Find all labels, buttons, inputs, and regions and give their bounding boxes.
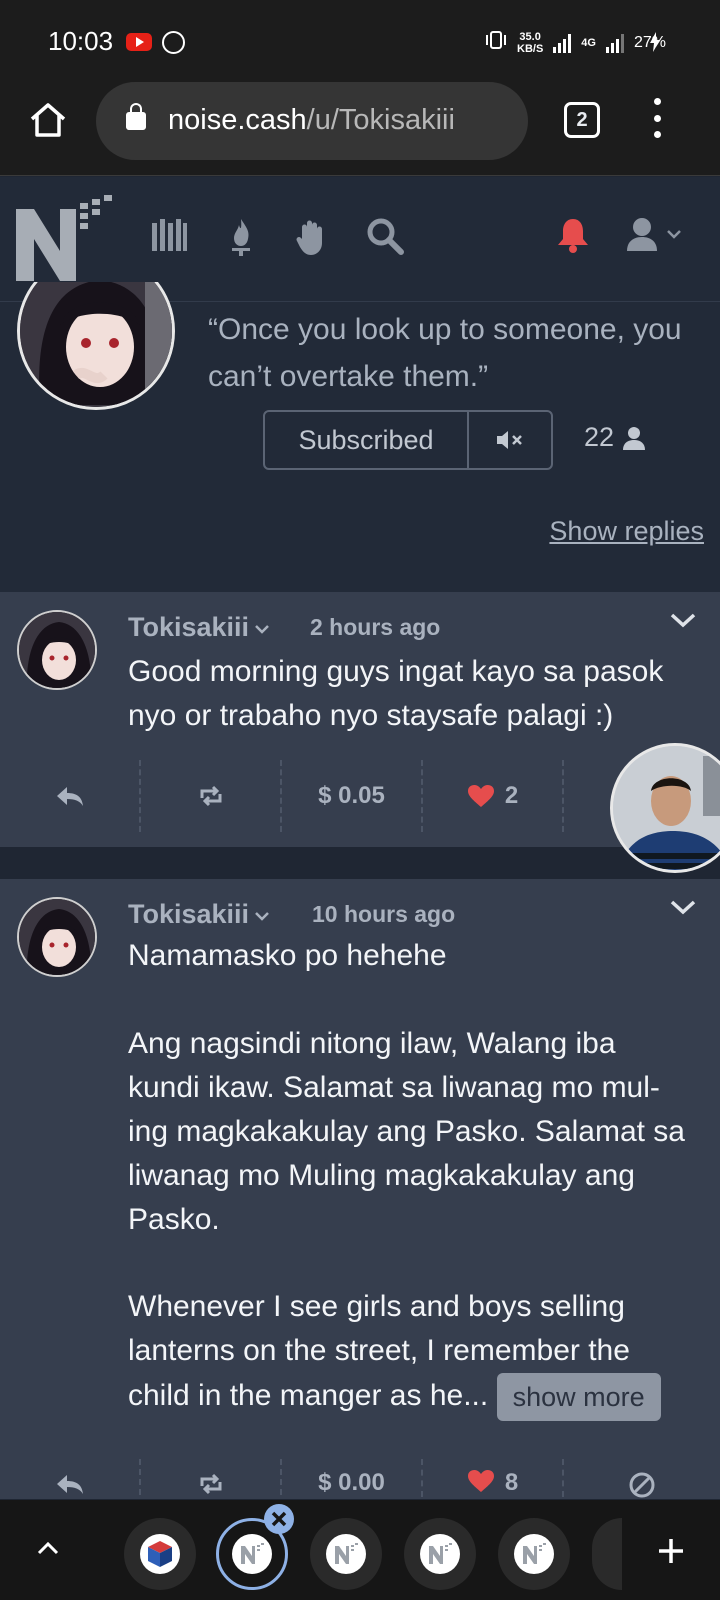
heart-icon xyxy=(467,785,494,807)
charging-icon xyxy=(650,32,660,52)
profile-avatar[interactable] xyxy=(17,282,175,410)
cell-signal-icon xyxy=(605,33,624,53)
profile-header: “Once you look up to someone, you can’t … xyxy=(0,282,720,592)
anime-girl-avatar-image xyxy=(20,282,172,407)
noise-cash-logo-icon xyxy=(335,1543,358,1564)
post-card: Tokisakiii 10 hours ago Namamasko po heh… xyxy=(0,879,720,1499)
repost-icon xyxy=(200,1473,221,1495)
post-body-paragraph: Namamasko po hehehe xyxy=(128,939,447,972)
person-icon xyxy=(623,426,646,450)
anime-girl-avatar-image xyxy=(19,899,95,975)
repost-button[interactable] xyxy=(141,1459,282,1495)
collapse-chevron-icon[interactable] xyxy=(670,612,696,628)
like-button[interactable]: 8 xyxy=(423,1459,564,1497)
status-indicators: 35.0 KB/S 4G 27% xyxy=(485,30,666,55)
post-timestamp[interactable]: 2 hours ago xyxy=(310,614,440,641)
lock-icon xyxy=(126,103,146,130)
post-body: Good morning guys ingat kayo sa pasok ny… xyxy=(128,655,664,732)
new-tab-plus-icon[interactable] xyxy=(656,1536,686,1566)
user-icon xyxy=(627,218,657,251)
browser-tab-strip xyxy=(0,1500,720,1600)
tip-button[interactable]: $ 0.00 xyxy=(282,1459,423,1497)
status-bar: 10:03 35.0 KB/S 4G 27% xyxy=(0,0,720,80)
person-photo-image xyxy=(613,746,720,870)
block-button[interactable] xyxy=(564,1459,720,1499)
tip-button[interactable]: $ 0.05 xyxy=(282,760,423,832)
like-count: 2 xyxy=(504,782,519,809)
post-actions: $ 0.00 8 xyxy=(0,1459,720,1499)
subscriber-count: 22 xyxy=(584,422,646,453)
browser-toolbar: noise.cash/u/Tokisakiii 2 xyxy=(0,80,720,176)
address-bar[interactable]: noise.cash/u/Tokisakiii xyxy=(96,82,528,160)
noise-cash-logo-icon xyxy=(241,1543,264,1564)
profile-quote: “Once you look up to someone, you can’t … xyxy=(208,313,682,393)
tab-thumbnail[interactable] xyxy=(498,1518,570,1590)
collapse-chevron-icon[interactable] xyxy=(670,899,696,915)
chevron-down-icon xyxy=(667,230,681,239)
vibrate-icon xyxy=(485,30,507,55)
user-menu[interactable] xyxy=(626,217,682,251)
tab-thumbnail[interactable] xyxy=(124,1518,196,1590)
cube-logo-icon xyxy=(148,1541,172,1567)
post-body-paragraph: Whenever I see girls and boys selling la… xyxy=(128,1285,688,1421)
like-button[interactable]: 2 xyxy=(423,760,564,832)
network-type: 4G xyxy=(581,36,596,49)
bell-icon[interactable] xyxy=(556,217,590,253)
noise-cash-logo-icon xyxy=(523,1543,546,1564)
tab-thumbnail-partial[interactable] xyxy=(592,1518,622,1590)
anime-girl-avatar-image xyxy=(19,612,95,688)
close-icon xyxy=(271,1511,287,1527)
block-icon xyxy=(629,1472,655,1498)
fire-icon[interactable] xyxy=(226,217,256,257)
wifi-signal-icon xyxy=(553,33,572,53)
subscribed-button[interactable]: Subscribed xyxy=(265,412,469,468)
mute-icon xyxy=(497,431,522,449)
heart-icon xyxy=(467,1470,494,1492)
repost-icon xyxy=(200,785,221,807)
network-speed: 35.0 KB/S xyxy=(517,30,544,55)
post-author-name[interactable]: Tokisakiii xyxy=(128,612,249,643)
like-count: 8 xyxy=(504,1469,519,1496)
post-timestamp[interactable]: 10 hours ago xyxy=(312,901,455,928)
show-replies-link[interactable]: Show replies xyxy=(549,516,704,547)
mute-button[interactable] xyxy=(469,412,551,468)
tab-switcher-button[interactable]: 2 xyxy=(564,102,600,138)
more-menu-icon[interactable] xyxy=(652,98,662,138)
reply-button[interactable] xyxy=(0,1459,141,1495)
chevron-down-icon[interactable] xyxy=(254,911,270,921)
youtube-notification-icon xyxy=(126,33,152,51)
hand-icon[interactable] xyxy=(296,217,328,257)
reply-icon xyxy=(56,787,83,806)
search-icon[interactable] xyxy=(366,217,404,255)
reply-icon xyxy=(56,1475,83,1494)
chevron-down-icon[interactable] xyxy=(254,624,270,634)
reply-button[interactable] xyxy=(0,760,141,832)
noise-cash-logo-icon xyxy=(429,1543,452,1564)
tab-thumbnail[interactable] xyxy=(310,1518,382,1590)
post-author-avatar[interactable] xyxy=(17,610,97,690)
url-text[interactable]: noise.cash/u/Tokisakiii xyxy=(168,104,455,137)
library-icon[interactable] xyxy=(150,217,188,253)
close-tab-button[interactable] xyxy=(264,1504,294,1534)
home-icon[interactable] xyxy=(28,100,68,140)
tab-thumbnail[interactable] xyxy=(404,1518,476,1590)
post-author-avatar[interactable] xyxy=(17,897,97,977)
repost-button[interactable] xyxy=(141,760,282,832)
status-time: 10:03 xyxy=(48,26,114,56)
post-body-paragraph: Ang nagsindi nitong ilaw, Walang iba kun… xyxy=(128,1027,685,1236)
chevron-up-icon[interactable] xyxy=(36,1540,60,1556)
show-more-button[interactable]: show more xyxy=(496,1373,661,1421)
subscribe-group: Subscribed xyxy=(263,410,553,470)
post-author-name[interactable]: Tokisakiii xyxy=(128,899,249,930)
messenger-notification-icon xyxy=(162,31,185,54)
noise-cash-logo[interactable] xyxy=(14,189,114,285)
